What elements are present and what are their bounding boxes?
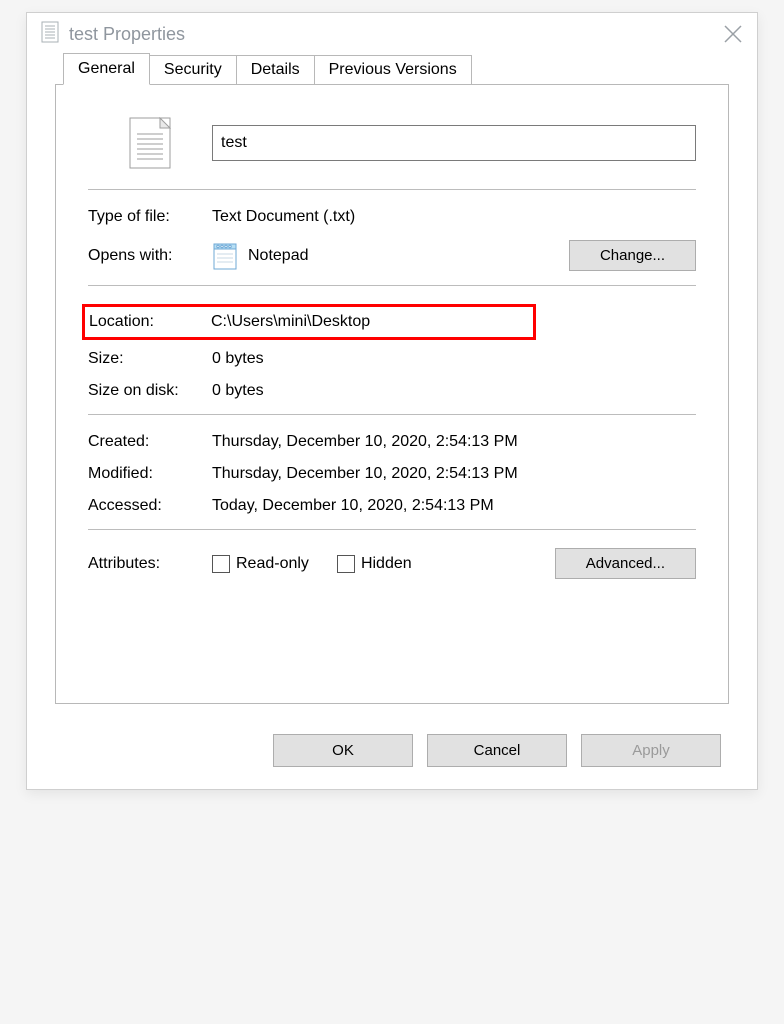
label-size-on-disk: Size on disk:: [88, 382, 212, 400]
tab-bar: General Security Details Previous Versio…: [27, 55, 757, 84]
window-title: test Properties: [69, 24, 723, 45]
label-size: Size:: [88, 350, 212, 368]
dialog-footer: OK Cancel Apply: [27, 724, 757, 789]
tab-content: Type of file: Text Document (.txt) Opens…: [55, 84, 729, 704]
divider: [88, 414, 696, 415]
checkbox-hidden[interactable]: Hidden: [337, 555, 412, 573]
highlight-location: Location: C:\Users\mini\Desktop: [82, 304, 536, 340]
value-opens-with: Notepad: [248, 247, 309, 265]
close-icon[interactable]: [723, 24, 743, 44]
divider: [88, 529, 696, 530]
value-size: 0 bytes: [212, 350, 696, 368]
checkbox-icon: [212, 555, 230, 573]
value-created: Thursday, December 10, 2020, 2:54:13 PM: [212, 433, 696, 451]
label-readonly: Read-only: [236, 555, 309, 573]
tab-security[interactable]: Security: [150, 55, 237, 85]
label-modified: Modified:: [88, 465, 212, 483]
filename-input[interactable]: [212, 125, 696, 161]
advanced-button[interactable]: Advanced...: [555, 548, 696, 579]
value-type: Text Document (.txt): [212, 208, 696, 226]
label-accessed: Accessed:: [88, 497, 212, 515]
divider: [88, 285, 696, 286]
ok-button[interactable]: OK: [273, 734, 413, 767]
label-created: Created:: [88, 433, 212, 451]
tab-general[interactable]: General: [63, 53, 150, 85]
document-icon: [41, 21, 59, 47]
value-size-on-disk: 0 bytes: [212, 382, 696, 400]
notepad-icon: [212, 241, 238, 271]
file-type-icon: [88, 117, 212, 169]
label-opens-with: Opens with:: [88, 247, 212, 265]
label-location: Location:: [89, 313, 211, 331]
value-location: C:\Users\mini\Desktop: [211, 313, 529, 331]
checkbox-icon: [337, 555, 355, 573]
value-modified: Thursday, December 10, 2020, 2:54:13 PM: [212, 465, 696, 483]
cancel-button[interactable]: Cancel: [427, 734, 567, 767]
label-attributes: Attributes:: [88, 555, 212, 573]
value-accessed: Today, December 10, 2020, 2:54:13 PM: [212, 497, 696, 515]
tab-details[interactable]: Details: [237, 55, 315, 85]
checkbox-readonly[interactable]: Read-only: [212, 555, 309, 573]
apply-button[interactable]: Apply: [581, 734, 721, 767]
label-type: Type of file:: [88, 208, 212, 226]
change-button[interactable]: Change...: [569, 240, 696, 271]
label-hidden: Hidden: [361, 555, 412, 573]
tab-previous-versions[interactable]: Previous Versions: [315, 55, 472, 85]
divider: [88, 189, 696, 190]
properties-dialog: test Properties General Security Details…: [26, 12, 758, 790]
titlebar: test Properties: [27, 13, 757, 55]
